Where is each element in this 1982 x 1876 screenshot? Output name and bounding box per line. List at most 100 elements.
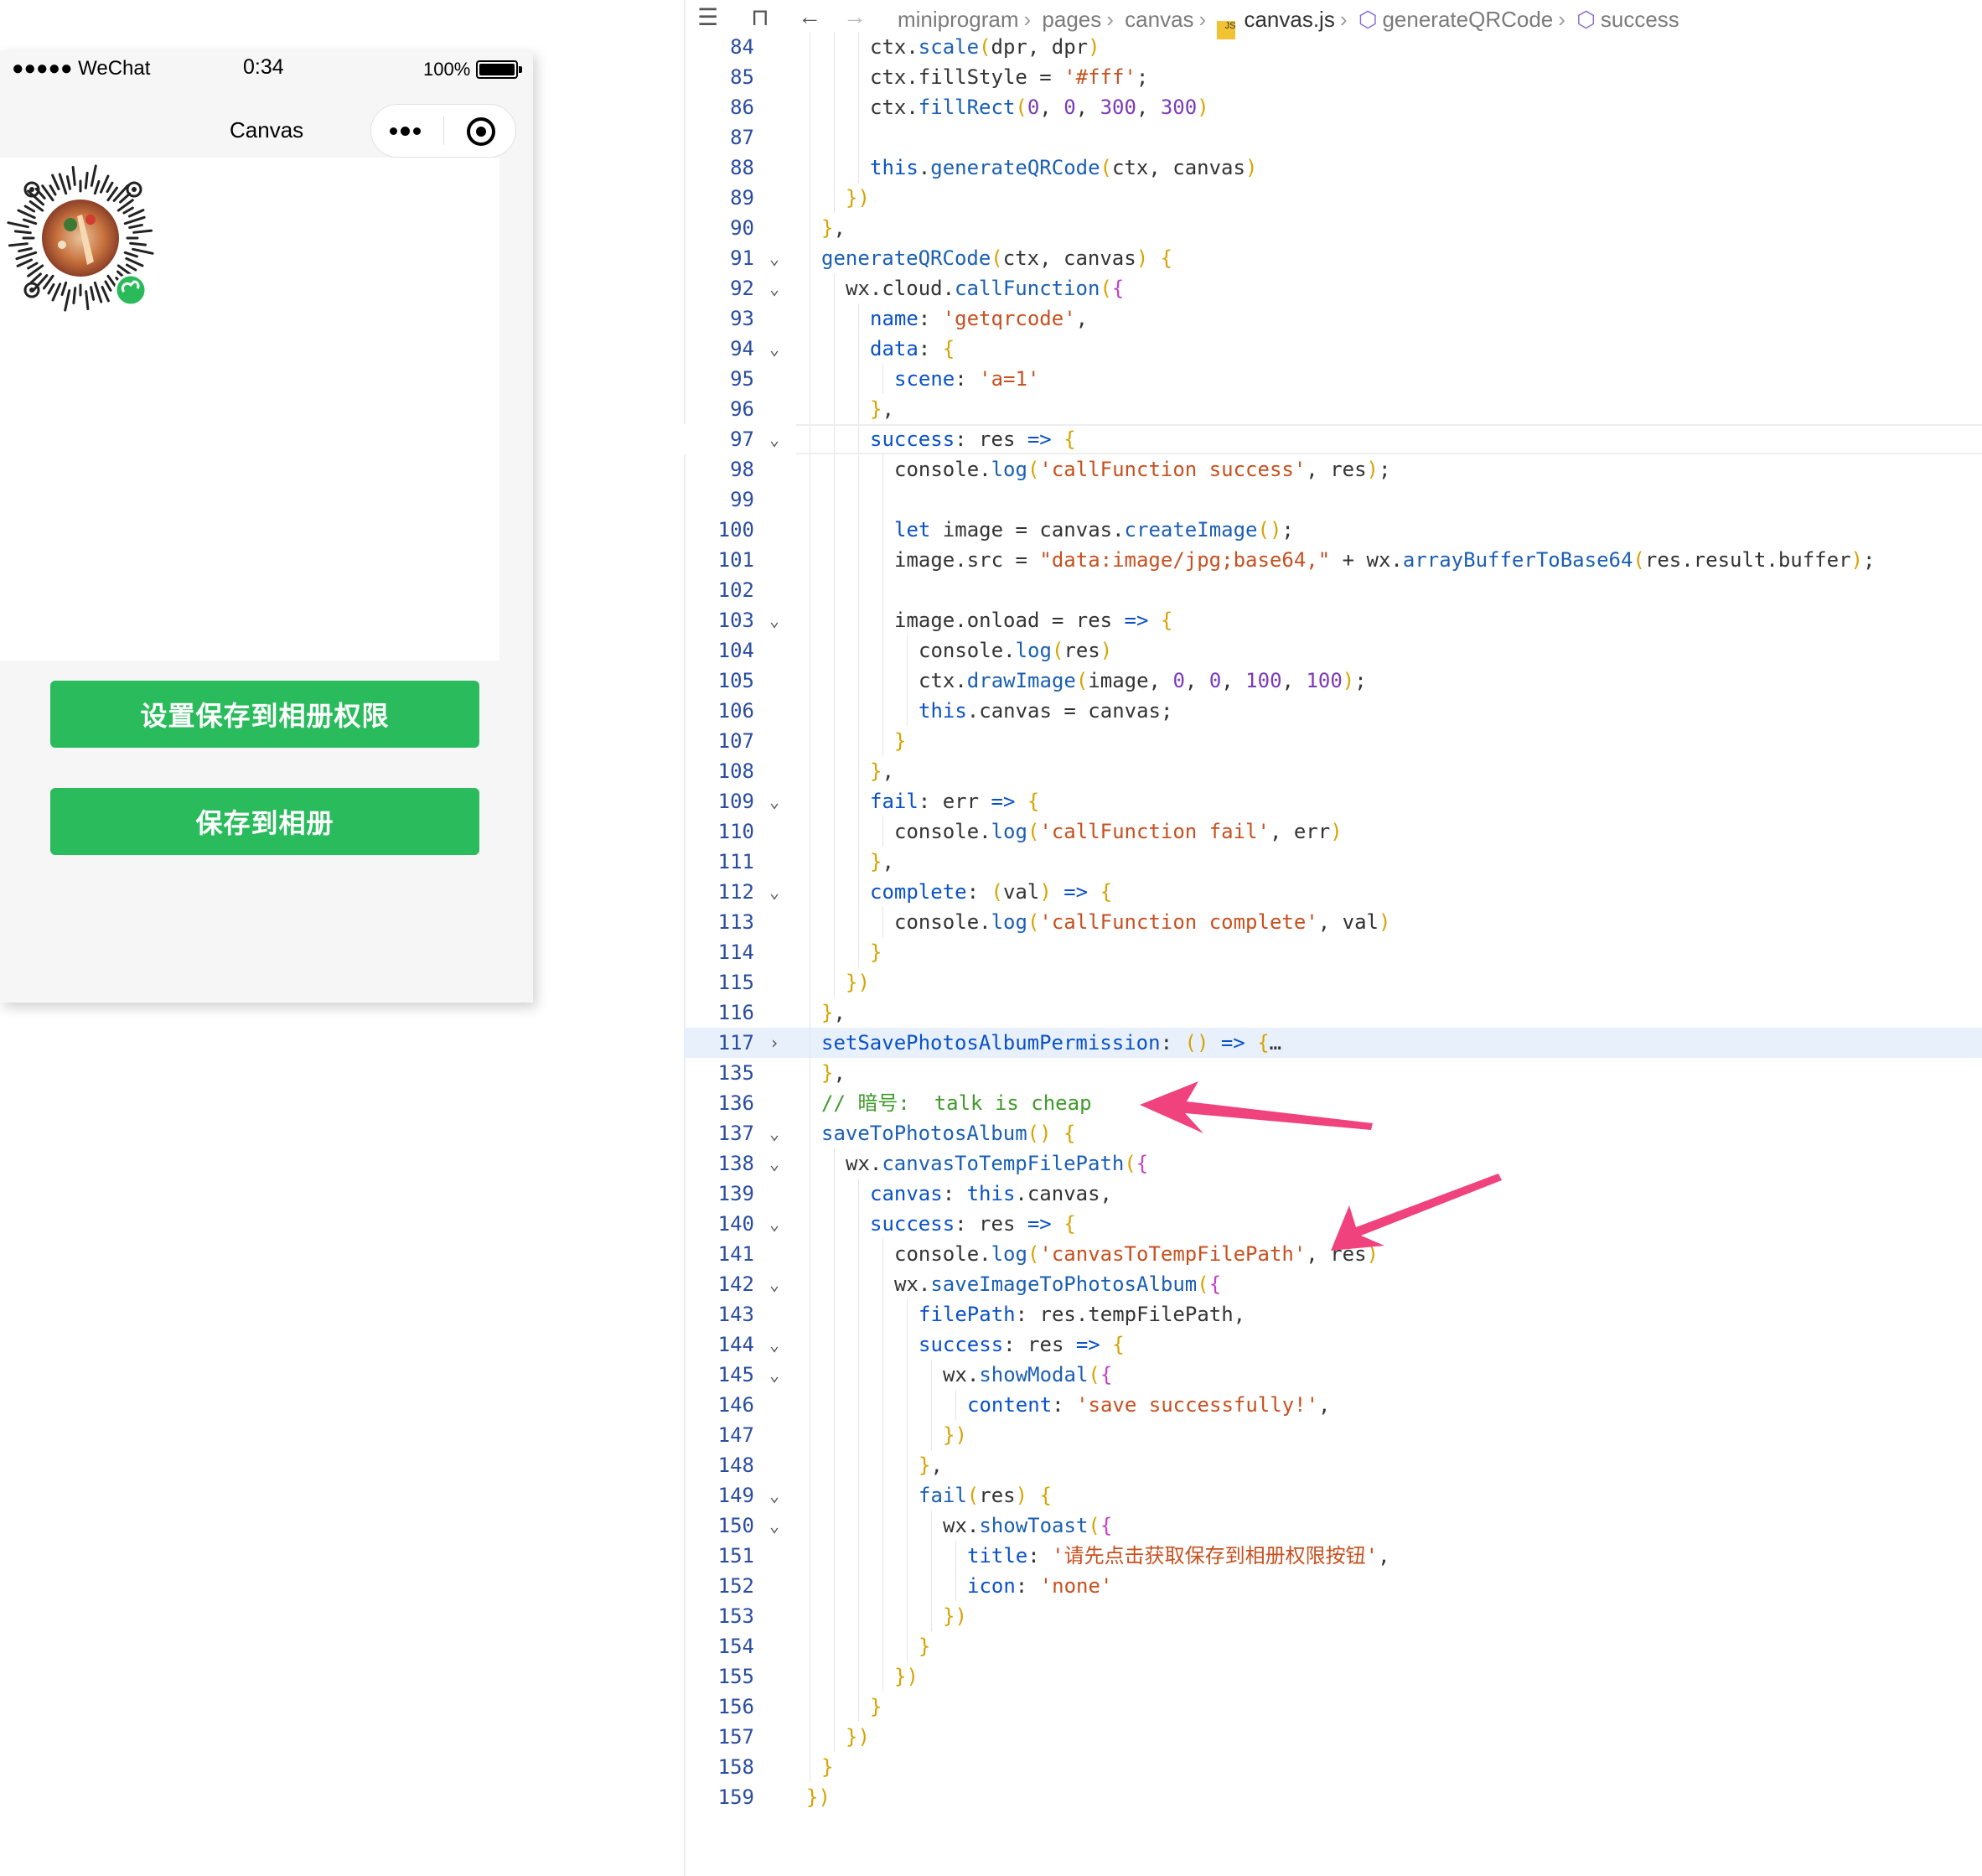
code-line[interactable]: 113 console.log('callFunction complete', … <box>684 907 1982 937</box>
code-line[interactable]: 88 this.generateQRCode(ctx, canvas) <box>684 153 1982 183</box>
code-line[interactable]: 110 console.log('callFunction fail', err) <box>684 816 1982 847</box>
code-line[interactable]: 112 ⌄ complete: (val) => { <box>684 877 1982 907</box>
code-text: }, <box>919 1454 943 1477</box>
code-line[interactable]: 101 image.src = "data:image/jpg;base64," … <box>684 545 1982 575</box>
code-line[interactable]: 104 console.log(res) <box>684 635 1982 666</box>
fold-collapse-icon[interactable]: ⌄ <box>764 877 784 907</box>
fold-collapse-icon[interactable]: ⌄ <box>764 1480 784 1511</box>
fold-collapse-icon[interactable]: ⌄ <box>764 1360 784 1390</box>
code-line[interactable]: 99 <box>684 485 1982 515</box>
line-number: 136 <box>717 1091 754 1115</box>
outline-list-icon[interactable]: ☰ <box>697 3 718 31</box>
code-text: title: '请先点击获取保存到相册权限按钮', <box>967 1544 1390 1568</box>
code-line[interactable]: 84 ctx.scale(dpr, dpr) <box>684 32 1982 62</box>
fold-collapse-icon[interactable]: ⌄ <box>764 1148 784 1179</box>
breadcrumb-item[interactable]: pages <box>1042 7 1101 32</box>
code-line[interactable]: 100 let image = canvas.createImage(); <box>684 515 1982 545</box>
code-line[interactable]: 144 ⌄ success: res => { <box>684 1329 1982 1360</box>
fold-collapse-icon[interactable]: ⌄ <box>764 1118 784 1148</box>
code-line[interactable]: 154} <box>684 1631 1982 1661</box>
fold-collapse-icon[interactable]: ⌄ <box>764 605 784 635</box>
code-line[interactable]: 95 scene: 'a=1' <box>684 364 1982 394</box>
code-text: fail(res) { <box>919 1484 1052 1507</box>
fold-collapse-icon[interactable]: ⌄ <box>764 243 784 273</box>
code-line[interactable]: 152 icon: 'none' <box>684 1571 1982 1601</box>
code-text: wx.showToast({ <box>943 1514 1113 1537</box>
code-line[interactable]: 97 ⌄ success: res => { <box>684 424 1982 454</box>
more-icon[interactable] <box>388 118 438 143</box>
code-line[interactable]: 102 <box>684 575 1982 605</box>
code-line[interactable]: 114} <box>684 937 1982 967</box>
code-line[interactable]: 159}) <box>684 1782 1982 1812</box>
code-line[interactable]: 92 ⌄ wx.cloud.callFunction({ <box>684 273 1982 303</box>
fold-collapse-icon[interactable]: ⌄ <box>764 1209 784 1239</box>
code-text: console.log('canvasToTempFilePath', res) <box>894 1242 1379 1266</box>
code-editor[interactable]: 84 ctx.scale(dpr, dpr) 85 ctx.fillStyle = '… <box>684 32 1982 1812</box>
fold-collapse-icon[interactable]: ⌄ <box>764 273 784 303</box>
code-line[interactable]: 155}) <box>684 1661 1982 1692</box>
code-line[interactable]: 158} <box>684 1752 1982 1782</box>
code-line[interactable]: 145 ⌄ wx.showModal({ <box>684 1360 1982 1390</box>
code-line[interactable]: 96}, <box>684 394 1982 424</box>
fold-collapse-icon[interactable]: ⌄ <box>764 424 784 454</box>
breadcrumb-item[interactable]: canvas.js <box>1244 7 1334 32</box>
code-line[interactable]: 150 ⌄ wx.showToast({ <box>684 1511 1982 1541</box>
code-text: setSavePhotosAlbumPermission: () => {… <box>821 1031 1282 1055</box>
code-line[interactable]: 87 <box>684 122 1982 153</box>
code-line[interactable]: 156} <box>684 1692 1982 1722</box>
code-line[interactable]: 149 ⌄ fail(res) { <box>684 1480 1982 1511</box>
code-text: ctx.drawImage(image, 0, 0, 100, 100); <box>919 669 1367 692</box>
fold-expand-icon[interactable]: › <box>764 1028 784 1058</box>
breadcrumb-item[interactable]: canvas <box>1125 7 1193 32</box>
code-line[interactable]: 90}, <box>684 213 1982 243</box>
code-text: console.log(res) <box>919 639 1113 662</box>
back-arrow-icon[interactable]: ← <box>798 3 821 30</box>
code-line[interactable]: 157}) <box>684 1722 1982 1752</box>
line-number: 114 <box>717 941 754 964</box>
code-line[interactable]: 106 this.canvas = canvas; <box>684 696 1982 726</box>
code-line[interactable]: 147}) <box>684 1420 1982 1450</box>
breadcrumb-item[interactable]: success <box>1601 7 1679 32</box>
bookmark-icon[interactable]: ⊓ <box>751 3 769 31</box>
line-number: 91 <box>730 246 754 270</box>
code-line[interactable]: 146 content: 'save successfully!', <box>684 1390 1982 1420</box>
line-number: 147 <box>717 1423 754 1447</box>
code-line[interactable]: 98 console.log('callFunction success', re… <box>684 454 1982 485</box>
code-text: success: res => { <box>870 1212 1076 1236</box>
forward-arrow-icon[interactable]: → <box>843 3 867 30</box>
line-number: 138 <box>717 1152 754 1175</box>
code-line[interactable]: 148}, <box>684 1450 1982 1480</box>
set-album-permission-button[interactable]: 设置保存到相册权限 <box>50 681 479 748</box>
code-line[interactable]: 93 name: 'getqrcode', <box>684 303 1982 334</box>
fold-collapse-icon[interactable]: ⌄ <box>764 1511 784 1541</box>
code-line[interactable]: 107} <box>684 726 1982 756</box>
fold-collapse-icon[interactable]: ⌄ <box>764 786 784 816</box>
code-line[interactable]: 116}, <box>684 998 1982 1028</box>
code-text: } <box>894 729 907 753</box>
code-line[interactable]: 151 title: '请先点击获取保存到相册权限按钮', <box>684 1541 1982 1571</box>
code-line[interactable]: 143 filePath: res.tempFilePath, <box>684 1299 1982 1329</box>
code-line[interactable]: 117 › setSavePhotosAlbumPermission: () => … <box>684 1028 1982 1058</box>
line-number: 97 <box>730 428 754 451</box>
code-line[interactable]: 86 ctx.fillRect(0, 0, 300, 300) <box>684 92 1982 122</box>
breadcrumb-item[interactable]: generateQRCode <box>1382 7 1553 32</box>
code-line[interactable]: 105 ctx.drawImage(image, 0, 0, 100, 100); <box>684 666 1982 696</box>
save-to-album-button[interactable]: 保存到相册 <box>50 788 479 855</box>
fold-collapse-icon[interactable]: ⌄ <box>764 1329 784 1360</box>
fold-collapse-icon[interactable]: ⌄ <box>764 334 784 364</box>
code-line[interactable]: 91 ⌄ generateQRCode(ctx, canvas) { <box>684 243 1982 273</box>
code-line[interactable]: 111}, <box>684 847 1982 877</box>
code-line[interactable]: 153}) <box>684 1601 1982 1631</box>
line-number: 93 <box>730 307 754 330</box>
code-line[interactable]: 89}) <box>684 183 1982 213</box>
code-line[interactable]: 94 ⌄ data: { <box>684 334 1982 364</box>
code-line[interactable]: 103 ⌄ image.onload = res => { <box>684 605 1982 635</box>
close-miniprogram-icon[interactable] <box>467 117 495 146</box>
code-line[interactable]: 108}, <box>684 756 1982 786</box>
code-line[interactable]: 85 ctx.fillStyle = '#fff'; <box>684 62 1982 92</box>
code-line[interactable]: 115}) <box>684 967 1982 998</box>
breadcrumb-item[interactable]: miniprogram <box>898 7 1019 32</box>
line-number: 101 <box>717 548 754 572</box>
fold-collapse-icon[interactable]: ⌄ <box>764 1269 784 1299</box>
code-line[interactable]: 109 ⌄ fail: err => { <box>684 786 1982 816</box>
